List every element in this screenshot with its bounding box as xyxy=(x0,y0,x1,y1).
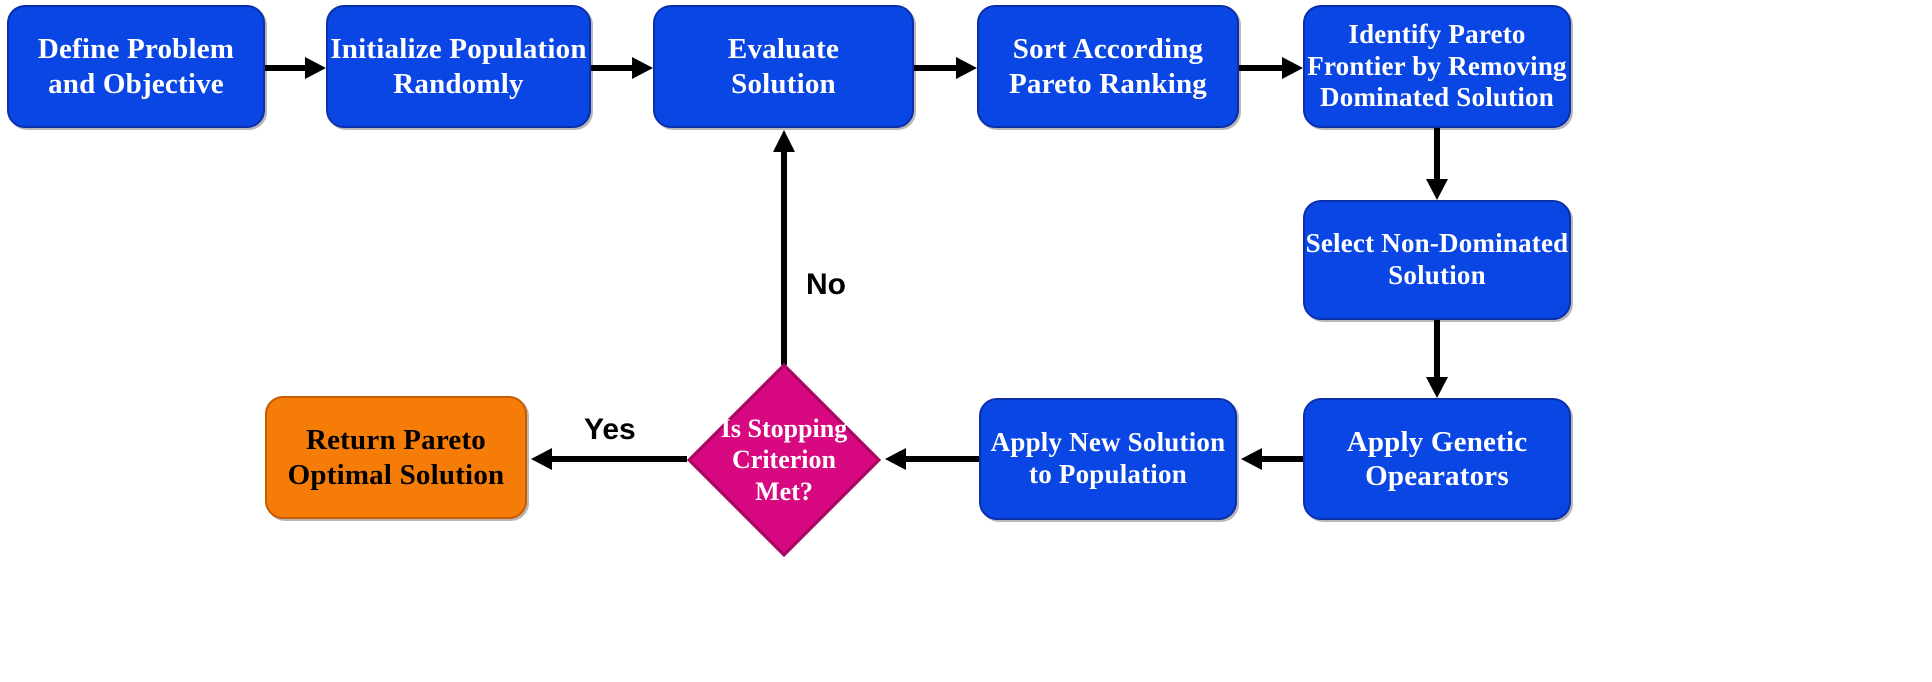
node-apply-genetic-operators[interactable]: Apply Genetic Opearators xyxy=(1303,398,1571,520)
edge-decision-to-return-yes xyxy=(527,443,687,475)
edge-label-yes: Yes xyxy=(584,413,636,446)
node-label: Is Stopping Criterion Met? xyxy=(720,414,848,506)
node-is-stopping-criterion-met[interactable]: Is Stopping Criterion Met? xyxy=(687,363,881,557)
node-label: Apply Genetic Opearators xyxy=(1346,425,1528,492)
node-label: Identify Pareto Frontier by Removing Dom… xyxy=(1307,18,1567,113)
edge-initialize-to-evaluate xyxy=(591,52,653,84)
edge-define-to-initialize xyxy=(265,52,326,84)
edge-identify-to-select xyxy=(1421,128,1453,200)
node-identify-pareto-frontier[interactable]: Identify Pareto Frontier by Removing Dom… xyxy=(1303,5,1571,128)
edge-apply-new-to-decision xyxy=(881,443,979,475)
flowchart-canvas: No Yes Define Problem and Objective Init… xyxy=(0,0,1932,682)
node-label: Define Problem and Objective xyxy=(37,33,235,100)
node-label: Apply New Solution to Population xyxy=(990,427,1226,489)
node-label: Evaluate Solution xyxy=(727,33,840,100)
edge-decision-to-evaluate-no xyxy=(768,128,800,365)
node-label: Initialize Population Randomly xyxy=(330,33,587,100)
node-label: Select Non-Dominated Solution xyxy=(1305,228,1569,290)
edge-sort-to-identify xyxy=(1239,52,1303,84)
edge-evaluate-to-sort xyxy=(914,52,977,84)
edge-label-no: No xyxy=(806,268,846,301)
node-apply-new-solution[interactable]: Apply New Solution to Population xyxy=(979,398,1237,520)
node-select-non-dominated[interactable]: Select Non-Dominated Solution xyxy=(1303,200,1571,320)
node-initialize-population[interactable]: Initialize Population Randomly xyxy=(326,5,591,128)
node-evaluate-solution[interactable]: Evaluate Solution xyxy=(653,5,914,128)
node-return-pareto-optimal[interactable]: Return Pareto Optimal Solution xyxy=(265,396,527,519)
node-define-problem[interactable]: Define Problem and Objective xyxy=(7,5,265,128)
node-label: Sort According Pareto Ranking xyxy=(1008,33,1208,100)
node-label: Return Pareto Optimal Solution xyxy=(287,424,505,491)
edge-genetic-to-apply-new xyxy=(1237,443,1303,475)
edge-select-to-genetic xyxy=(1421,320,1453,398)
node-sort-pareto-ranking[interactable]: Sort According Pareto Ranking xyxy=(977,5,1239,128)
